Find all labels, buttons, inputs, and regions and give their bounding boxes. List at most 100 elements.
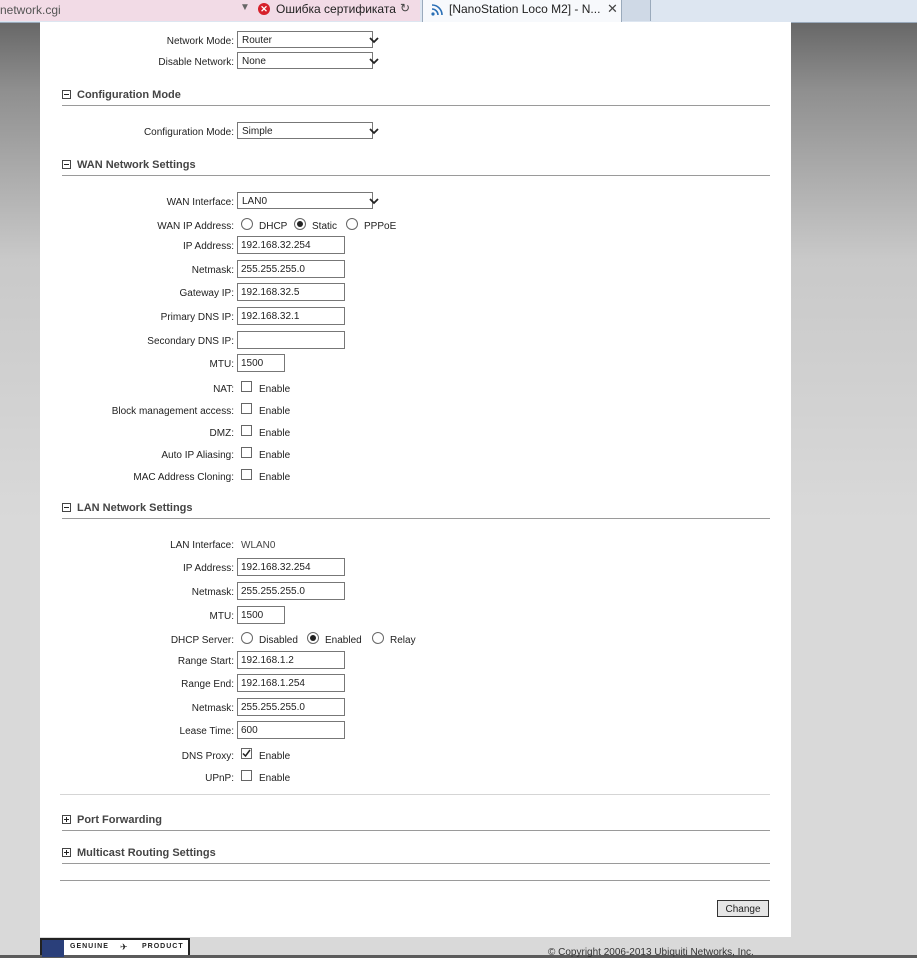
wan-gateway-input[interactable]	[237, 283, 345, 301]
expand-icon[interactable]	[62, 848, 71, 857]
section-multicast-routing[interactable]: Multicast Routing Settings	[62, 847, 770, 864]
cert-error-label[interactable]: Ошибка сертификата	[276, 2, 396, 16]
address-bar-url[interactable]: network.cgi	[0, 3, 61, 17]
lan-dhcp-netmask-row: Netmask:	[40, 698, 791, 718]
lan-mtu-input[interactable]	[237, 606, 285, 624]
cert-error-icon[interactable]: ✕	[258, 3, 270, 15]
section-title[interactable]: LAN Network Settings	[77, 502, 193, 514]
disable-network-select[interactable]: None	[237, 52, 379, 69]
section-wan-network[interactable]: WAN Network Settings	[62, 159, 770, 176]
lan-range-start-row: Range Start:	[40, 651, 791, 671]
configuration-mode-row: Configuration Mode: Simple	[40, 122, 791, 142]
section-port-forwarding[interactable]: Port Forwarding	[62, 814, 770, 831]
network-settings-panel: Network Mode: Router Disable Network: No…	[40, 22, 791, 937]
refresh-icon[interactable]: ↻	[400, 1, 410, 15]
wan-nat-checkbox[interactable]	[241, 381, 252, 392]
section-lan-network[interactable]: LAN Network Settings	[62, 502, 770, 519]
collapse-icon[interactable]	[62, 160, 71, 169]
collapse-icon[interactable]	[62, 90, 71, 99]
address-bar[interactable]: network.cgi ▼ ✕ Ошибка сертификата ↻	[0, 0, 420, 21]
lan-ip-address-input[interactable]	[237, 558, 345, 576]
expand-icon[interactable]	[62, 815, 71, 824]
shield-icon	[42, 940, 64, 957]
lan-netmask-label: Netmask:	[191, 587, 234, 598]
wan-static-radio[interactable]	[294, 218, 306, 230]
section-title[interactable]: Multicast Routing Settings	[77, 847, 216, 859]
change-button[interactable]: Change	[717, 900, 769, 917]
wan-pppoe-label: PPPoE	[364, 221, 397, 232]
wan-block-mgmt-checkbox[interactable]	[241, 403, 252, 414]
collapse-icon[interactable]	[62, 503, 71, 512]
lan-dns-proxy-row: DNS Proxy: Enable	[40, 746, 791, 766]
browser-toolbar: network.cgi ▼ ✕ Ошибка сертификата ↻ [Na…	[0, 0, 917, 23]
copyright-text: © Copyright 2006-2013 Ubiquiti Networks,…	[548, 947, 754, 958]
lan-ip-address-row: IP Address:	[40, 558, 791, 578]
lan-range-end-input[interactable]	[237, 674, 345, 692]
lan-dhcp-netmask-input[interactable]	[237, 698, 345, 716]
wan-nat-label: NAT:	[213, 384, 234, 395]
wan-gateway-label: Gateway IP:	[179, 288, 234, 299]
browser-tab[interactable]: [NanoStation Loco M2] - N... ✕	[422, 0, 622, 22]
lan-upnp-option: Enable	[259, 773, 291, 784]
lan-ip-address-label: IP Address:	[183, 563, 234, 574]
wan-auto-ip-option: Enable	[259, 450, 291, 461]
lan-range-end-row: Range End:	[40, 674, 791, 694]
lan-mtu-row: MTU:	[40, 606, 791, 626]
lan-range-start-input[interactable]	[237, 651, 345, 669]
badge-text-right: PRODUCT	[142, 943, 184, 950]
wan-dmz-checkbox[interactable]	[241, 425, 252, 436]
wan-nat-row: NAT: Enable	[40, 379, 791, 399]
badge-text-left: GENUINE	[70, 943, 109, 950]
dhcp-enabled-label: Enabled	[325, 635, 362, 646]
dhcp-disabled-radio[interactable]	[241, 632, 253, 644]
lan-interface-value: WLAN0	[241, 540, 276, 551]
wan-netmask-input[interactable]	[237, 260, 345, 278]
wan-dmz-label: DMZ:	[209, 428, 234, 439]
wan-dmz-option: Enable	[259, 428, 291, 439]
lan-dns-proxy-checkbox[interactable]	[241, 748, 252, 759]
dhcp-relay-radio[interactable]	[372, 632, 384, 644]
lan-lease-time-input[interactable]	[237, 721, 345, 739]
wan-mtu-label: MTU:	[209, 359, 234, 370]
lan-dns-proxy-label: DNS Proxy:	[181, 751, 234, 762]
wan-dhcp-label: DHCP	[259, 221, 288, 232]
section-configuration-mode[interactable]: Configuration Mode	[62, 89, 770, 106]
lan-upnp-row: UPnP: Enable	[40, 768, 791, 788]
wan-nat-option: Enable	[259, 384, 291, 395]
configuration-mode-select[interactable]: Simple	[237, 122, 379, 139]
lan-interface-row: LAN Interface: WLAN0	[40, 535, 791, 555]
address-dropdown-icon[interactable]: ▼	[240, 2, 250, 13]
network-mode-select[interactable]: Router	[237, 31, 379, 48]
lan-dhcp-server-label: DHCP Server:	[170, 635, 234, 646]
wan-pppoe-radio[interactable]	[346, 218, 358, 230]
divider	[60, 794, 770, 795]
wan-primary-dns-input[interactable]	[237, 307, 345, 325]
lan-dhcp-netmask-label: Netmask:	[191, 703, 234, 714]
wan-mtu-input[interactable]	[237, 354, 285, 372]
wan-dhcp-radio[interactable]	[241, 218, 253, 230]
wan-auto-ip-checkbox[interactable]	[241, 447, 252, 458]
lan-upnp-checkbox[interactable]	[241, 770, 252, 781]
wan-ip-address-input[interactable]	[237, 236, 345, 254]
section-title[interactable]: Port Forwarding	[77, 814, 162, 826]
wan-interface-label: WAN Interface:	[166, 197, 234, 208]
feed-icon	[431, 4, 443, 16]
close-icon[interactable]: ✕	[607, 1, 618, 17]
wan-static-label: Static	[312, 221, 338, 232]
disable-network-row: Disable Network: None	[40, 52, 791, 72]
wan-dmz-row: DMZ: Enable	[40, 423, 791, 443]
new-tab-button[interactable]	[622, 0, 651, 21]
section-title[interactable]: Configuration Mode	[77, 89, 181, 101]
wan-secondary-dns-input[interactable]	[237, 331, 345, 349]
wan-interface-select[interactable]: LAN0	[237, 192, 379, 209]
network-mode-label: Network Mode:	[166, 36, 234, 47]
disable-network-label: Disable Network:	[158, 57, 234, 68]
configuration-mode-label: Configuration Mode:	[143, 127, 234, 138]
dhcp-enabled-radio[interactable]	[307, 632, 319, 644]
lan-upnp-label: UPnP:	[205, 773, 234, 784]
section-title[interactable]: WAN Network Settings	[77, 159, 196, 171]
lan-range-start-label: Range Start:	[177, 656, 234, 667]
wan-mac-clone-checkbox[interactable]	[241, 469, 252, 480]
disable-network-value: None	[242, 56, 266, 67]
lan-netmask-input[interactable]	[237, 582, 345, 600]
